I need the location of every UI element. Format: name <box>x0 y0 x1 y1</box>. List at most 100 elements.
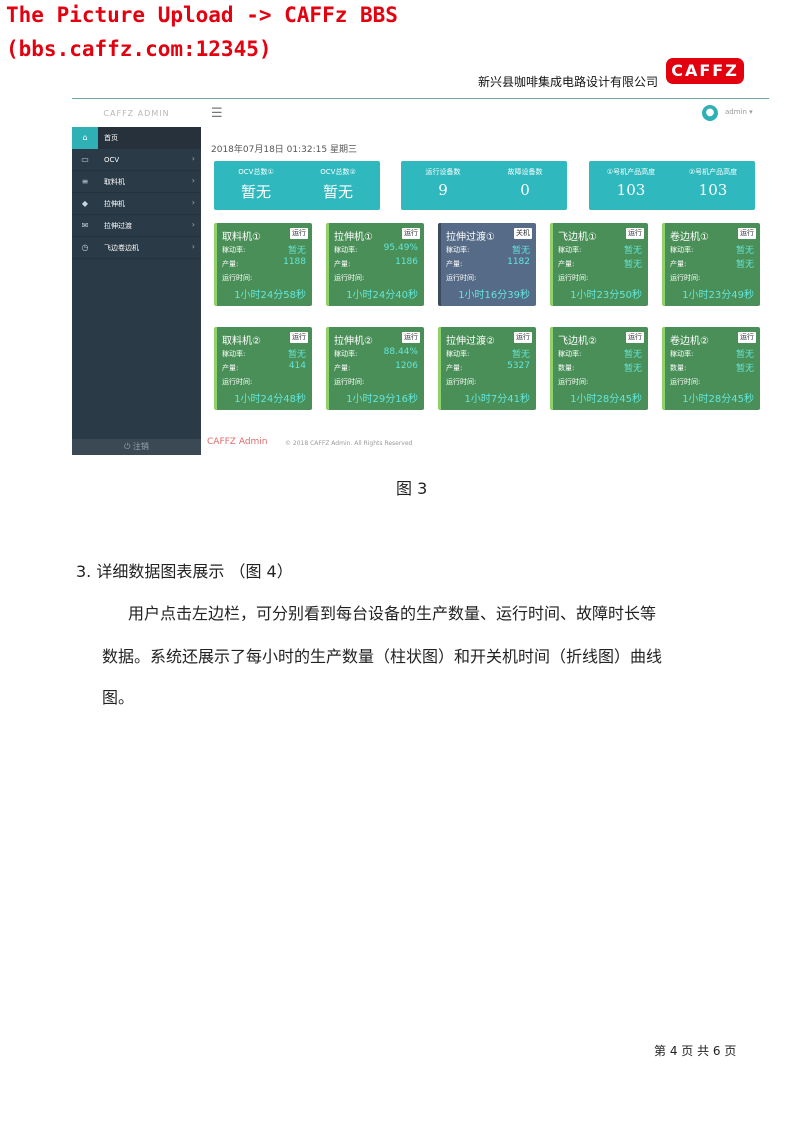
device-name: 取料机① <box>222 232 261 243</box>
rate-label: 稼动率: <box>558 246 582 254</box>
device-card[interactable]: 拉伸机① 运行 稼动率: 95.49% 产量: 1186 运行时间: 1小时24分40秒 <box>326 223 424 306</box>
figure-caption: 图 3 <box>396 479 428 498</box>
rate-value: 88.44% <box>383 347 418 357</box>
logout-button[interactable]: ⏻ 注销 <box>72 439 201 455</box>
stat-label: OCV总数① <box>238 168 274 176</box>
sidebar-item-label: 飞边卷边机 <box>104 244 139 252</box>
rate-label: 稼动率: <box>334 246 358 254</box>
sidebar-brand: CAFFZ ADMIN <box>103 109 170 118</box>
status-badge[interactable]: 运行 <box>626 228 644 239</box>
status-badge[interactable]: 运行 <box>738 228 756 239</box>
device-card[interactable]: 拉伸过渡① 关机 稼动率: 暂无 产量: 1182 运行时间: 1小时16分39秒 <box>438 223 536 306</box>
sidebar-item-label: 取料机 <box>104 178 125 186</box>
runtime-label: 运行时间: <box>558 274 589 282</box>
runtime-value: 1小时24分58秒 <box>234 290 306 301</box>
runtime-value: 1小时24分48秒 <box>234 394 306 405</box>
sidebar-item[interactable]: ≡ 取料机 › <box>72 171 201 193</box>
stat-value: 暂无 <box>240 183 271 201</box>
runtime-label: 运行时间: <box>670 274 701 282</box>
device-card[interactable]: 卷边机① 运行 稼动率: 暂无 产量: 暂无 运行时间: 1小时23分49秒 <box>662 223 760 306</box>
clock-icon: ◷ <box>81 243 89 252</box>
user-avatar-icon[interactable]: ● <box>702 105 718 121</box>
sidebar-item-label: 首页 <box>104 134 118 142</box>
rate-value: 暂无 <box>735 246 754 256</box>
stat-label: 运行设备数 <box>425 168 461 176</box>
mail-icon: ✉ <box>81 221 89 230</box>
sidebar-item[interactable]: ✉ 拉伸过渡 › <box>72 215 201 237</box>
sidebar-item[interactable]: ◆ 拉伸机 › <box>72 193 201 215</box>
status-badge[interactable]: 关机 <box>514 228 532 239</box>
device-name: 飞边机② <box>558 336 597 347</box>
stat-label: OCV总数② <box>320 168 356 176</box>
device-name: 卷边机① <box>670 232 709 243</box>
rate-label: 稼动率: <box>446 350 470 358</box>
rate-label: 稼动率: <box>670 350 694 358</box>
runtime-label: 运行时间: <box>670 378 701 386</box>
sidebar-item[interactable]: ⌂ 首页 <box>72 127 201 149</box>
runtime-value: 1小时23分50秒 <box>570 290 642 301</box>
output-label: 产量: <box>446 260 463 268</box>
user-menu[interactable]: admin ▾ <box>725 108 753 116</box>
stat-label: 故障设备数 <box>507 168 543 176</box>
output-value: 5327 <box>507 361 530 371</box>
output-label: 产量: <box>334 364 351 372</box>
watermark-title: The Picture Upload -> CAFFz BBS <box>6 3 398 27</box>
output-label: 产量: <box>334 260 351 268</box>
device-card[interactable]: 取料机① 运行 稼动率: 暂无 产量: 1188 运行时间: 1小时24分58秒 <box>214 223 312 306</box>
device-card[interactable]: 拉伸机② 运行 稼动率: 88.44% 产量: 1206 运行时间: 1小时29分16秒 <box>326 327 424 410</box>
rate-label: 稼动率: <box>222 246 246 254</box>
status-badge[interactable]: 运行 <box>402 332 420 343</box>
menu-icon[interactable]: ☰ <box>211 106 223 121</box>
home-icon: ⌂ <box>72 127 98 149</box>
rate-label: 稼动率: <box>446 246 470 254</box>
device-card[interactable]: 拉伸过渡② 运行 稼动率: 暂无 产量: 5327 运行时间: 1小时7分41秒 <box>438 327 536 410</box>
output-value: 暂无 <box>735 364 754 374</box>
rate-value: 暂无 <box>623 350 642 360</box>
runtime-label: 运行时间: <box>222 378 253 386</box>
status-badge[interactable]: 运行 <box>290 332 308 343</box>
chevron-right-icon: › <box>191 176 195 185</box>
status-badge[interactable]: 运行 <box>738 332 756 343</box>
runtime-label: 运行时间: <box>558 378 589 386</box>
status-badge[interactable]: 运行 <box>402 228 420 239</box>
rate-label: 稼动率: <box>558 350 582 358</box>
sidebar-item[interactable]: ◷ 飞边卷边机 › <box>72 237 201 259</box>
status-badge[interactable]: 运行 <box>290 228 308 239</box>
header-divider <box>72 98 769 99</box>
chevron-right-icon: › <box>191 198 195 207</box>
paragraph-line: 数据。系统还展示了每小时的生产数量（柱状图）和开关机时间（折线图）曲线 <box>102 647 663 666</box>
stat-label: ②号机产品高度 <box>688 168 738 176</box>
output-value: 414 <box>288 361 306 371</box>
stat-value: 103 <box>616 181 646 199</box>
device-name: 拉伸机① <box>334 232 373 243</box>
device-card[interactable]: 卷边机② 运行 稼动率: 暂无 数量: 暂无 运行时间: 1小时28分45秒 <box>662 327 760 410</box>
stat-value: 9 <box>438 181 448 199</box>
chevron-right-icon: › <box>191 220 195 229</box>
rate-value: 暂无 <box>511 350 530 360</box>
company-name: 新兴县咖啡集成电路设计有限公司 <box>478 75 659 89</box>
status-badge[interactable]: 运行 <box>626 332 644 343</box>
stat-card-ocv: OCV总数① 暂无 OCV总数② 暂无 <box>214 161 380 210</box>
device-card[interactable]: 飞边机① 运行 稼动率: 暂无 产量: 暂无 运行时间: 1小时23分50秒 <box>550 223 648 306</box>
paragraph-line: 图。 <box>102 688 135 707</box>
watermark-url: (bbs.caffz.com:12345) <box>6 37 272 61</box>
status-badge[interactable]: 运行 <box>514 332 532 343</box>
rate-value: 95.49% <box>383 243 418 253</box>
chevron-right-icon: › <box>191 242 195 251</box>
dashboard-screenshot: CAFFZ ADMIN ☰ ● admin ▾ ⌂ 首页 ▭ OCV › ≡ 取料机 › ◆ 拉伸… <box>72 100 769 455</box>
sidebar-item[interactable]: ▭ OCV › <box>72 149 201 171</box>
output-value: 暂无 <box>735 260 754 270</box>
output-value: 1206 <box>395 361 418 371</box>
stat-value: 暂无 <box>322 183 353 201</box>
device-card[interactable]: 取料机② 运行 稼动率: 暂无 产量: 414 运行时间: 1小时24分48秒 <box>214 327 312 410</box>
runtime-label: 运行时间: <box>334 274 365 282</box>
sidebar-item-label: 拉伸过渡 <box>104 222 132 230</box>
rate-label: 稼动率: <box>334 350 358 358</box>
runtime-value: 1小时28分45秒 <box>682 394 754 405</box>
device-card[interactable]: 飞边机② 运行 稼动率: 暂无 数量: 暂无 运行时间: 1小时28分45秒 <box>550 327 648 410</box>
paragraph-line: 用户点击左边栏，可分别看到每台设备的生产数量、运行时间、故障时长等 <box>128 604 657 623</box>
device-name: 拉伸机② <box>334 336 373 347</box>
device-name: 飞边机① <box>558 232 597 243</box>
current-datetime: 2018年07月18日 01:32:15 星期三 <box>211 145 357 155</box>
device-name: 拉伸过渡② <box>446 336 495 347</box>
